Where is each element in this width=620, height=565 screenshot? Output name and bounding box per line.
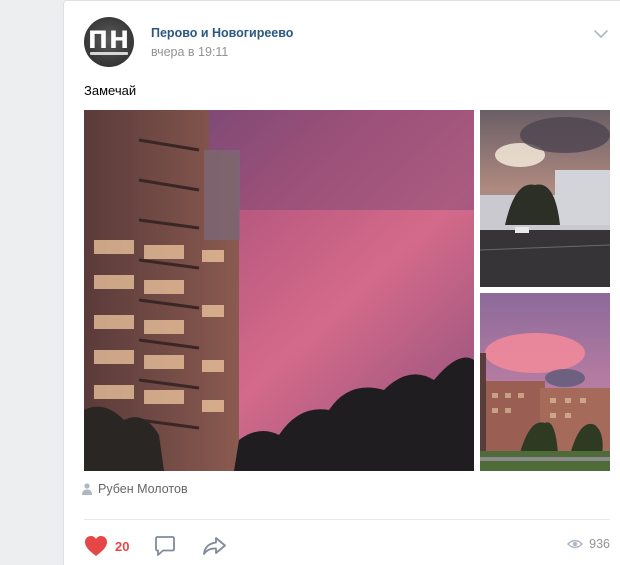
author-name: Рубен Молотов [98, 482, 188, 496]
share-icon [203, 537, 227, 555]
views-count: 936 [589, 537, 610, 551]
share-button[interactable] [201, 534, 227, 558]
post-photo-3[interactable] [480, 293, 610, 471]
post-actions: 20 [84, 533, 245, 559]
like-button[interactable]: 20 [84, 535, 129, 557]
heart-icon [85, 536, 107, 556]
post-time-link[interactable]: вчера в 19:11 [151, 45, 228, 59]
like-count: 20 [115, 538, 130, 554]
person-icon [82, 483, 92, 495]
post-photo-2[interactable] [480, 110, 610, 287]
post-text: Замечай [84, 83, 137, 98]
avatar-logo-strip [90, 52, 128, 55]
comment-icon [155, 536, 176, 556]
photo-author[interactable]: Рубен Молотов [82, 482, 188, 496]
views-counter: 936 [567, 537, 610, 551]
actions-divider [84, 519, 610, 520]
post-photo-main[interactable] [84, 110, 474, 471]
post-card: ПН Перово и Новогиреево вчера в 19:11 За… [63, 0, 620, 565]
group-name-link[interactable]: Перово и Новогиреево [151, 26, 293, 40]
eye-icon [567, 539, 584, 549]
group-avatar[interactable]: ПН [84, 17, 134, 67]
comment-button[interactable] [153, 534, 177, 558]
chevron-down-icon[interactable] [592, 25, 610, 43]
avatar-logo-text: ПН [87, 26, 131, 54]
